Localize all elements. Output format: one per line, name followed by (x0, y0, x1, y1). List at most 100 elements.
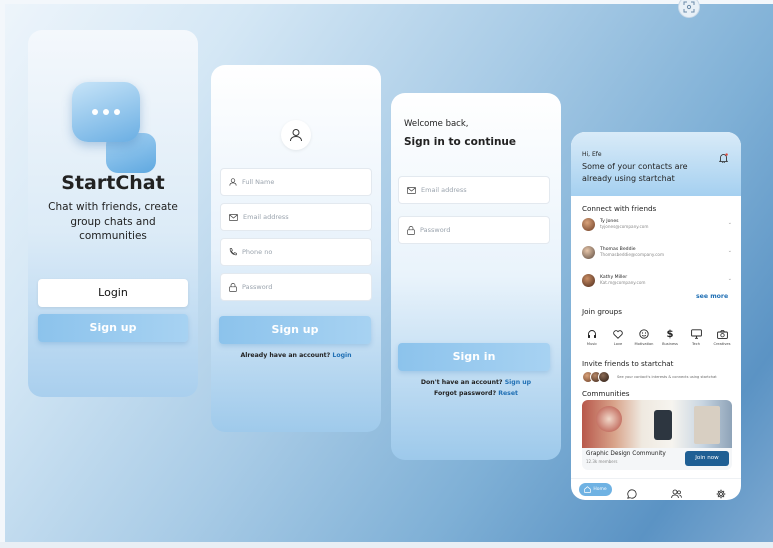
bottom-nav: Home (571, 478, 741, 500)
camera-icon (711, 328, 733, 340)
phone-mockup-icon (654, 410, 672, 440)
dollar-icon: $ (666, 328, 674, 340)
communities-title: Communities (582, 389, 630, 398)
phone-placeholder: Phone no (242, 248, 273, 256)
contact-email: Kat.m@company.com (600, 280, 646, 285)
mail-icon (407, 186, 416, 194)
people-icon[interactable] (671, 484, 682, 500)
join-now-button[interactable]: Join now (685, 451, 729, 466)
full-name-field[interactable]: Full Name (220, 168, 372, 196)
group-love[interactable]: Love (607, 328, 629, 346)
smile-icon (633, 328, 655, 340)
signin-button[interactable]: Sign in (398, 343, 550, 371)
home-screen: Hi, Efe Some of your contacts are alread… (571, 132, 741, 500)
avatar (582, 245, 595, 259)
chevron-down-icon[interactable]: ⌄ (728, 220, 732, 226)
forgot-text: Forgot password? (433, 390, 497, 397)
lock-icon (229, 282, 237, 292)
groups-title: Join groups (582, 307, 622, 316)
home-header: Hi, Efe Some of your contacts are alread… (571, 132, 741, 196)
connect-title: Connect with friends (582, 204, 657, 213)
invite-text[interactable]: See your contact's interests & connects … (617, 375, 717, 379)
nav-home-label: Home (593, 487, 607, 492)
group-label: Motivation (634, 342, 654, 346)
contact-email: tyjones@company.com (600, 224, 649, 229)
login-link[interactable]: Login (332, 352, 351, 359)
phone-field[interactable]: Phone no (220, 238, 372, 266)
settings-gear-icon[interactable] (716, 484, 726, 500)
nav-home[interactable]: Home (579, 483, 612, 496)
signin-password-placeholder: Password (420, 226, 451, 234)
invite-title: Invite friends to startchat (582, 359, 674, 368)
group-label: Music (586, 342, 598, 346)
art-icon (596, 406, 622, 432)
signin-password-field[interactable]: Password (398, 216, 550, 244)
bottom-edge (0, 542, 773, 548)
reset-link[interactable]: Reset (498, 390, 518, 397)
group-business[interactable]: $ Business (659, 328, 681, 347)
group-label: Tech (691, 342, 701, 346)
signup-submit-button[interactable]: Sign up (219, 316, 371, 344)
heart-icon (607, 328, 629, 340)
phone-icon (229, 248, 237, 256)
group-motivation[interactable]: Motivation (633, 328, 655, 346)
signup-link[interactable]: Sign up (505, 379, 531, 386)
chevron-down-icon[interactable]: ⌄ (728, 276, 732, 282)
group-music[interactable]: Music (581, 328, 603, 346)
chat-icon[interactable] (627, 484, 637, 500)
headphones-icon (581, 328, 603, 340)
contact-row[interactable]: Thomas Beddie Thomasbeddie@company.com ⌄ (582, 244, 732, 260)
mail-icon (229, 213, 238, 221)
community-cover-image (582, 400, 732, 448)
user-icon (229, 178, 237, 186)
bell-icon[interactable] (718, 148, 729, 167)
signup-button[interactable]: Sign up (38, 314, 188, 342)
invite-avatars (582, 371, 616, 383)
book-icon (694, 406, 720, 444)
avatar (582, 217, 595, 231)
signin-heading: Sign in to continue (404, 136, 517, 148)
full-name-placeholder: Full Name (242, 178, 275, 186)
welcome-text: Welcome back, (404, 119, 469, 129)
signin-email-placeholder: Email address (421, 186, 467, 194)
left-edge (0, 0, 5, 548)
login-button[interactable]: Login (38, 279, 188, 307)
user-avatar-icon[interactable] (281, 120, 311, 150)
group-tech[interactable]: Tech (685, 328, 707, 346)
home-icon (584, 486, 592, 493)
group-label: Love (613, 342, 623, 346)
lock-icon (407, 225, 415, 235)
signin-email-field[interactable]: Email address (398, 176, 550, 204)
avatar (582, 273, 595, 287)
home-headline: Some of your contacts are already using … (582, 162, 688, 183)
top-edge (0, 0, 773, 4)
brand-name: StartChat (61, 172, 165, 194)
community-card[interactable]: Graphic Design Community 12.3k members J… (582, 400, 732, 470)
no-account-line: Don't have an account? Sign up (391, 379, 561, 386)
password-field[interactable]: Password (220, 273, 372, 301)
monitor-icon (685, 328, 707, 340)
have-account-text: Already have an account? (240, 352, 331, 359)
signin-screen: Welcome back, Sign in to continue Email … (391, 93, 561, 460)
chevron-down-icon[interactable]: ⌄ (728, 248, 732, 254)
forgot-line: Forgot password? Reset (391, 390, 561, 397)
greeting: Hi, Efe (582, 151, 602, 158)
email-field[interactable]: Email address (220, 203, 372, 231)
no-account-text: Don't have an account? (420, 379, 503, 386)
group-label: Creatives (713, 342, 731, 346)
splash-screen: StartChat Chat with friends, create grou… (28, 30, 198, 397)
community-members: 12.3k members (586, 459, 618, 464)
community-name: Graphic Design Community (586, 451, 666, 457)
signup-screen: Full Name Email address Phone no Passwor… (211, 65, 381, 432)
see-more-link[interactable]: see more (696, 293, 728, 300)
group-creatives[interactable]: Creatives (711, 328, 733, 346)
password-placeholder: Password (242, 283, 273, 291)
contact-row[interactable]: Kathy Miller Kat.m@company.com ⌄ (582, 272, 732, 288)
scan-icon[interactable] (678, 0, 700, 18)
contact-row[interactable]: Ty Jones tyjones@company.com ⌄ (582, 216, 732, 232)
tagline: Chat with friends, create group chats an… (48, 201, 178, 242)
email-placeholder: Email address (243, 213, 289, 221)
contact-email: Thomasbeddie@company.com (600, 252, 665, 257)
chat-bubble-icon (72, 82, 140, 142)
have-account-line: Already have an account? Login (211, 352, 381, 359)
